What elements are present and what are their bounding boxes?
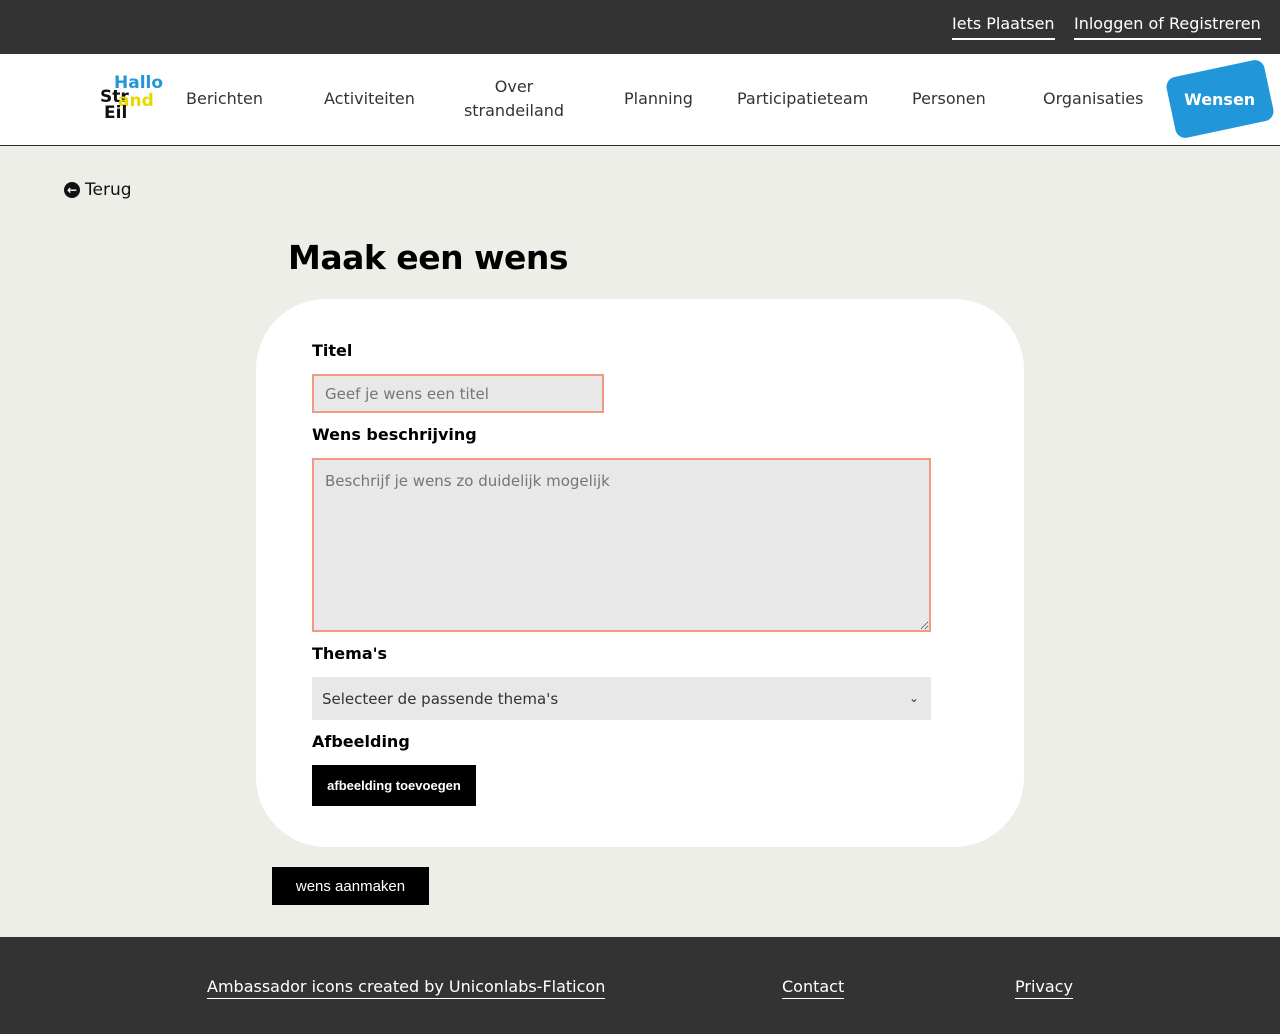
title-input[interactable]	[312, 374, 604, 413]
back-label: Terug	[85, 180, 132, 200]
nav-item-activiteiten[interactable]: Activiteiten	[324, 87, 415, 111]
post-something-link[interactable]: Iets Plaatsen	[952, 14, 1055, 40]
nav-item-berichten[interactable]: Berichten	[186, 87, 263, 111]
top-bar: Iets Plaatsen Inloggen of Registreren	[0, 0, 1280, 54]
footer-contact-link[interactable]: Contact	[782, 977, 845, 999]
image-label: Afbeelding	[312, 732, 410, 751]
nav-item-planning[interactable]: Planning	[624, 87, 693, 111]
arrow-left-circle-icon: ←	[64, 182, 80, 198]
hallo-strandeiland-logo[interactable]: Hallo Str and Eil	[100, 74, 170, 122]
chevron-down-icon: ⌄	[908, 691, 919, 705]
title-label: Titel	[312, 341, 353, 360]
nav-item-over-strandeiland[interactable]: Over strandeiland	[463, 75, 565, 123]
footer	[0, 937, 1280, 1034]
themes-label: Thema's	[312, 644, 388, 663]
description-textarea[interactable]	[312, 458, 931, 632]
description-label: Wens beschrijving	[312, 425, 477, 444]
themes-select[interactable]: Selecteer de passende thema's ⌄	[312, 677, 931, 720]
themes-selected-value: Selecteer de passende thema's	[322, 689, 559, 708]
create-wish-button[interactable]: wens aanmaken	[272, 867, 429, 905]
login-register-link[interactable]: Inloggen of Registreren	[1074, 14, 1261, 40]
back-link[interactable]: ← Terug	[64, 180, 132, 200]
nav-item-personen[interactable]: Personen	[912, 87, 986, 111]
nav-item-participatieteam[interactable]: Participatieteam	[737, 87, 868, 111]
footer-credit-link[interactable]: Ambassador icons created by Uniconlabs-F…	[207, 977, 606, 999]
add-image-button[interactable]: afbeelding toevoegen	[312, 765, 476, 806]
nav-item-organisaties[interactable]: Organisaties	[1043, 87, 1143, 111]
main-navigation: Hallo Str and Eil Berichten Activiteiten…	[0, 54, 1280, 146]
page-title: Maak een wens	[288, 238, 569, 277]
footer-privacy-link[interactable]: Privacy	[1015, 977, 1073, 999]
